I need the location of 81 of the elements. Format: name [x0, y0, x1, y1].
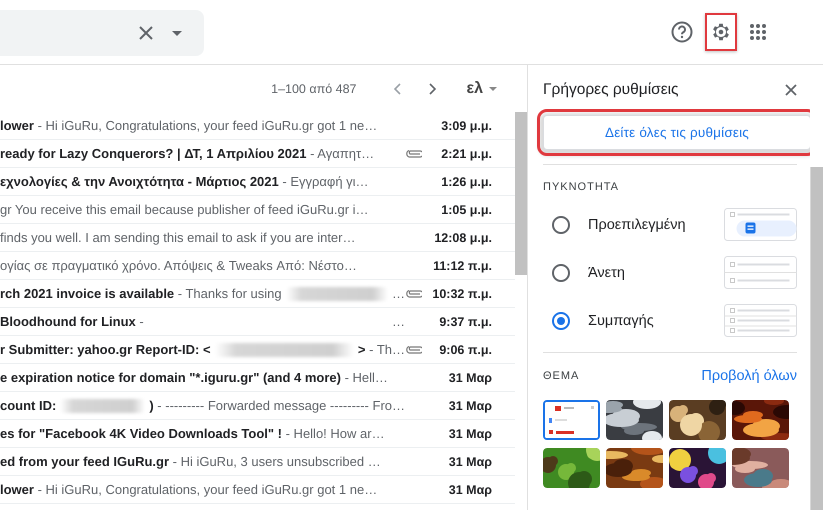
message-text: lower - Hi iGuRu, Congratulations, your feed iGuRu.gr got 1 ne… — [0, 118, 378, 133]
message-row[interactable]: e expiration notice for domain "*.iguru.gr" (and 4 more) - Hell… 31 Μαρ — [0, 364, 515, 392]
message-row[interactable]: εχνολογίες & την Ανοιχτότητα - Μάρτιος 2021 - Εγγραφή γι… 1:26 μ.μ. — [0, 168, 515, 196]
section-heading: ΠΥΚΝΟΤΗΤΑ — [543, 181, 620, 193]
theme-tile[interactable] — [732, 400, 789, 440]
radio-button[interactable] — [552, 264, 570, 282]
theme-tile[interactable] — [606, 400, 663, 440]
view-all-link[interactable]: Προβολή όλων — [701, 368, 797, 384]
radio-button[interactable] — [552, 216, 570, 234]
message-time: 3:09 μ.μ. — [440, 118, 492, 132]
message-time: 11:12 π.μ. — [432, 258, 492, 272]
message-text: e expiration notice for domain "*.iguru.gr" (and 4 more) - Hell… — [0, 370, 388, 385]
message-text: … — [392, 286, 405, 301]
message-time: 1:05 μ.μ. — [440, 202, 492, 216]
message-row[interactable]: ready for Lazy Conquerors? | ΔΤ, 1 Απριλίου 2021 - Αγαπητ… 2:21 μ.μ. — [0, 140, 515, 168]
settings-icon — [710, 21, 732, 43]
message-text: ) - --------- Forwarded message --------- Fro… — [149, 398, 405, 413]
close-icon — [785, 84, 797, 96]
page-range: 1–100 από 487 — [271, 82, 356, 96]
message-text: > - Th… — [358, 342, 405, 357]
message-time: 2:21 μ.μ. — [440, 146, 492, 160]
message-text: es for "Facebook 4K Video Downloads Tool" ! - Hello! How ar… — [0, 426, 385, 441]
theme-tile[interactable] — [669, 448, 726, 488]
density-label: Άνετη — [588, 264, 626, 280]
search-field[interactable] — [0, 10, 204, 56]
theme-tile[interactable] — [732, 448, 789, 488]
theme-tile[interactable] — [543, 400, 600, 440]
message-text: … — [392, 314, 405, 329]
message-text: count ID: — [0, 398, 56, 413]
apps-icon[interactable] — [749, 23, 767, 41]
default-theme-drawing — [545, 402, 598, 438]
message-text: finds you well. I am sending this email to ask if you are inter… — [0, 230, 356, 245]
settings-button[interactable] — [705, 13, 737, 51]
message-row[interactable]: count ID: ) - --------- Forwarded message --------- Fro… 31 Μαρ — [0, 392, 515, 420]
message-row[interactable]: finds you well. I am sending this email to ask if you are inter… 12:08 μ.μ. — [0, 224, 515, 252]
message-text: ed from your feed IGuRu.gr - Hi iGuRu, 3 users unsubscribed … — [0, 454, 381, 469]
message-time: 9:06 π.μ. — [438, 342, 492, 356]
message-row[interactable]: ογίας σε πραγματικό χρόνο. Απόψεις & Tweaks Από: Νέστο… 11:12 π.μ. — [0, 252, 515, 280]
message-time: 31 Μαρ — [448, 482, 492, 496]
chevron-left-icon[interactable] — [392, 82, 400, 94]
message-row[interactable]: Bloodhound for Linux - … 9:37 π.μ. — [0, 308, 515, 336]
help-icon[interactable] — [671, 21, 693, 43]
message-text: ready for Lazy Conquerors? | ΔΤ, 1 Απριλίου 2021 - Αγαπητ… — [0, 146, 374, 161]
message-text: Bloodhound for Linux - — [0, 314, 144, 329]
density-label: Συμπαγής — [588, 312, 655, 328]
message-row[interactable]: es for "Facebook 4K Video Downloads Tool" ! - Hello! How ar… 31 Μαρ — [0, 420, 515, 448]
scrollbar[interactable] — [810, 167, 823, 510]
density-label: Προεπιλεγμένη — [588, 216, 687, 232]
chevron-right-icon[interactable] — [428, 82, 436, 94]
message-text: εχνολογίες & την Ανοιχτότητα - Μάρτιος 2021 - Εγγραφή γι… — [0, 174, 369, 189]
message-time: 10:32 π.μ. — [431, 286, 492, 300]
theme-tile[interactable] — [669, 400, 726, 440]
message-row[interactable]: ed from your feed IGuRu.gr - Hi iGuRu, 3 users unsubscribed … 31 Μαρ — [0, 448, 515, 476]
section-heading: ΘΕΜΑ — [543, 370, 580, 382]
theme-tile[interactable] — [606, 448, 663, 488]
message-time: 31 Μαρ — [448, 426, 492, 440]
message-text: gr You receive this email because publisher of feed iGuRu.gr i… — [0, 202, 369, 217]
close-button[interactable] — [785, 84, 797, 96]
message-time: 12:08 μ.μ. — [433, 230, 492, 244]
message-row[interactable]: gr You receive this email because publisher of feed iGuRu.gr i… 1:05 μ.μ. — [0, 196, 515, 224]
message-time: 31 Μαρ — [448, 370, 492, 384]
message-row[interactable]: lower - Hi iGuRu, Congratulations, your feed iGuRu.gr got 1 ne… 31 Μαρ — [0, 476, 515, 504]
message-time: 31 Μαρ — [448, 454, 492, 468]
message-text: lower - Hi iGuRu, Congratulations, your feed iGuRu.gr got 1 ne… — [0, 482, 378, 497]
message-time: 31 Μαρ — [448, 398, 492, 412]
radio-button[interactable] — [552, 312, 570, 330]
message-text: r Submitter: yahoo.gr Report-ID: < — [0, 342, 211, 357]
scrollbar[interactable] — [515, 112, 527, 275]
message-time: 9:37 π.μ. — [438, 314, 492, 328]
caret-icon — [489, 86, 497, 90]
message-row[interactable]: lower - Hi iGuRu, Congratulations, your feed iGuRu.gr got 1 ne… 3:09 μ.μ. — [0, 112, 515, 140]
message-row[interactable]: r Submitter: yahoo.gr Report-ID: < > - Th… 9:06 π.μ. — [0, 336, 515, 364]
message-text: ογίας σε πραγματικό χρόνο. Απόψεις & Tweaks Από: Νέστο… — [0, 258, 357, 273]
theme-tile[interactable] — [543, 448, 600, 488]
input-tools-button[interactable]: ελ — [466, 80, 497, 98]
message-row[interactable]: rch 2021 invoice is available - Thanks for using … 10:32 π.μ. — [0, 280, 515, 308]
caret-icon[interactable] — [172, 30, 182, 36]
panel-title: Γρήγορες ρυθμίσεις — [543, 81, 679, 99]
message-text: rch 2021 invoice is available - Thanks for using — [0, 286, 282, 301]
message-time: 1:26 μ.μ. — [440, 174, 492, 188]
close-icon[interactable] — [138, 25, 154, 41]
